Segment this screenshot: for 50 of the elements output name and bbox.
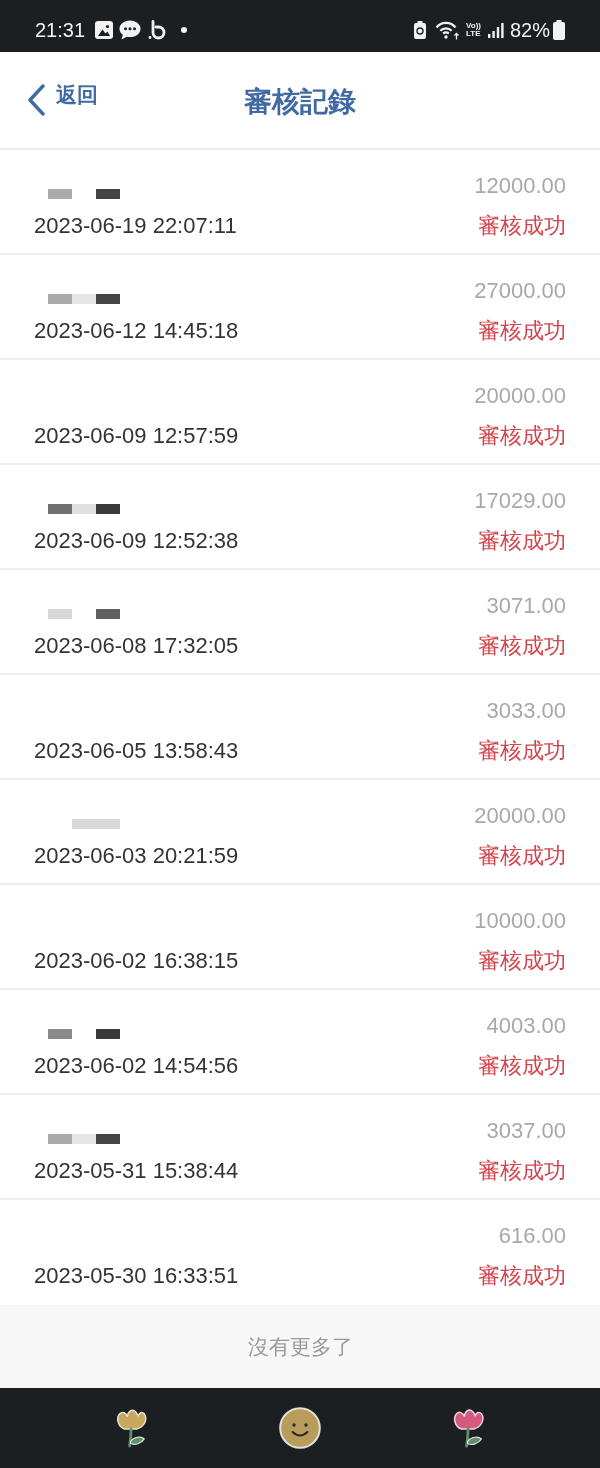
record-time: 2023-06-08 17:32:05 — [34, 633, 239, 659]
smiley-face-icon[interactable] — [279, 1407, 321, 1449]
review-status: 審核成功 — [478, 843, 566, 869]
flower-icon[interactable] — [451, 1407, 487, 1449]
page-title: 審核記錄 — [244, 85, 356, 119]
record-time: 2023-06-12 14:45:18 — [34, 318, 239, 344]
battery-saver-icon — [414, 21, 426, 39]
review-status: 審核成功 — [478, 528, 566, 554]
record-amount: 616.00 — [498, 1223, 566, 1249]
review-status: 審核成功 — [478, 1053, 566, 1079]
review-status: 審核成功 — [478, 423, 566, 449]
record-amount: 20000.00 — [474, 383, 566, 409]
back-button[interactable]: 返回 — [27, 81, 98, 119]
chat-bubble-icon — [119, 20, 142, 40]
review-status: 審核成功 — [478, 1158, 566, 1184]
record-amount: 12000.00 — [474, 173, 566, 199]
record-amount: 4003.00 — [486, 1013, 566, 1039]
record-time: 2023-06-09 12:57:59 — [34, 423, 239, 449]
record-amount: 20000.00 — [474, 803, 566, 829]
record-time: 2023-06-19 22:07:11 — [34, 213, 237, 239]
battery-icon — [553, 20, 565, 40]
back-chevron-icon — [27, 84, 45, 116]
record-amount: 3071.00 — [486, 593, 566, 619]
clock-time: 21:31 — [35, 18, 86, 42]
record-amount: 3033.00 — [486, 698, 566, 724]
notification-dot-icon — [181, 27, 188, 33]
record-time: 2023-05-30 16:33:51 — [34, 1263, 239, 1289]
volte-indicator: Vo)) LTE — [466, 22, 481, 38]
record-time: 2023-05-31 15:38:44 — [34, 1158, 239, 1184]
no-more-text: 沒有更多了 — [247, 1333, 353, 1360]
image-icon — [95, 21, 114, 39]
record-amount: 3037.00 — [486, 1118, 566, 1144]
flower-icon[interactable] — [115, 1407, 149, 1449]
review-status: 審核成功 — [478, 738, 566, 764]
review-status: 審核成功 — [478, 318, 566, 344]
signal-icon — [487, 22, 504, 38]
record-time: 2023-06-03 20:21:59 — [34, 843, 239, 869]
record-amount: 10000.00 — [474, 908, 566, 934]
record-amount: 27000.00 — [474, 278, 566, 304]
record-time: 2023-06-02 16:38:15 — [34, 948, 239, 974]
review-status: 審核成功 — [478, 948, 566, 974]
battery-percentage: 82% — [509, 18, 550, 42]
record-amount: 17029.00 — [474, 488, 566, 514]
wifi-icon — [435, 20, 459, 40]
review-status: 審核成功 — [478, 633, 566, 659]
record-time: 2023-06-09 12:52:38 — [34, 528, 239, 554]
record-time: 2023-06-05 13:58:43 — [34, 738, 239, 764]
record-time: 2023-06-02 14:54:56 — [34, 1053, 239, 1079]
review-status: 審核成功 — [478, 213, 566, 239]
review-status: 審核成功 — [478, 1263, 566, 1289]
